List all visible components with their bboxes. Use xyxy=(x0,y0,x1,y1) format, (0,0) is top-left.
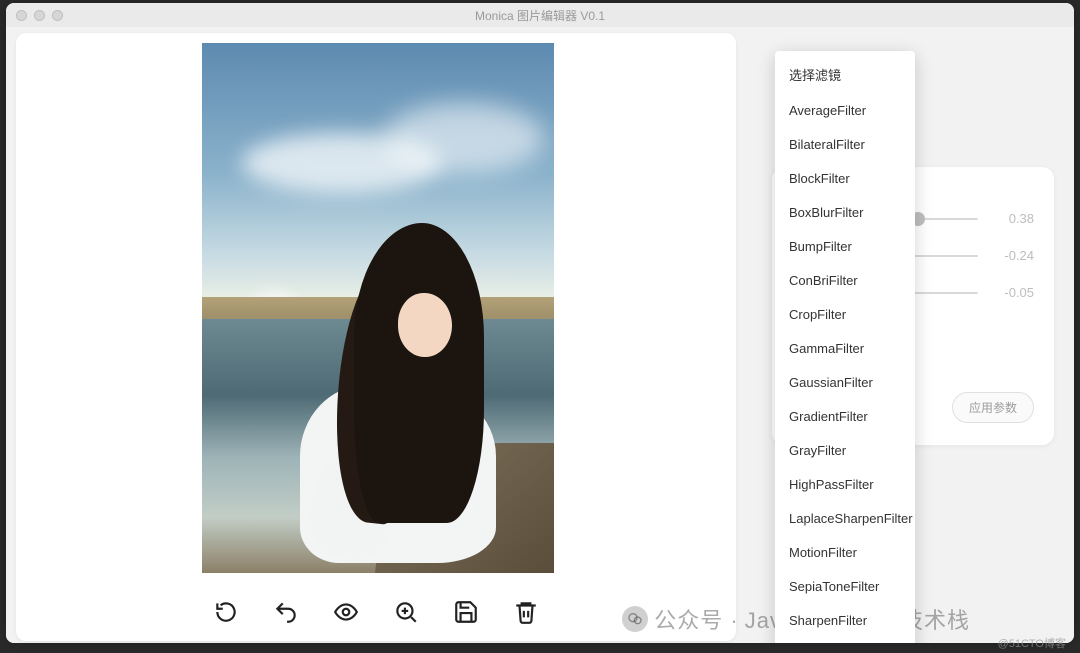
zoom-button[interactable] xyxy=(391,597,421,627)
slider-value: -0.24 xyxy=(988,248,1034,263)
save-button[interactable] xyxy=(451,597,481,627)
filter-option[interactable]: GrayFilter xyxy=(775,433,915,467)
slider-value: 0.38 xyxy=(988,211,1034,226)
eye-icon xyxy=(333,599,359,625)
rotate-icon xyxy=(213,599,239,625)
filter-option[interactable]: MotionFilter xyxy=(775,535,915,569)
filter-option[interactable]: SharpenFilter xyxy=(775,603,915,637)
filter-option[interactable]: BoxBlurFilter xyxy=(775,195,915,229)
filter-option[interactable]: AverageFilter xyxy=(775,93,915,127)
image-toolbar xyxy=(211,597,541,627)
image-preview xyxy=(202,43,554,573)
rotate-button[interactable] xyxy=(211,597,241,627)
trash-icon xyxy=(513,599,539,625)
filter-dropdown-header: 选择滤镜 xyxy=(775,55,915,93)
apply-params-button[interactable]: 应用参数 xyxy=(952,392,1034,423)
titlebar: Monica 图片编辑器 V0.1 xyxy=(6,3,1074,27)
undo-button[interactable] xyxy=(271,597,301,627)
filter-option[interactable]: GammaFilter xyxy=(775,331,915,365)
undo-icon xyxy=(273,599,299,625)
content-area: 饱0.38色-0.24亮-0.05 应用参数 选择滤镜 AverageFilte… xyxy=(6,27,1074,643)
filter-option[interactable]: GradientFilter xyxy=(775,399,915,433)
filter-option[interactable]: HighPassFilter xyxy=(775,467,915,501)
filter-option[interactable]: SpotlightFilter xyxy=(775,637,915,643)
filter-option[interactable]: BumpFilter xyxy=(775,229,915,263)
filter-option[interactable]: BilateralFilter xyxy=(775,127,915,161)
filter-option[interactable]: CropFilter xyxy=(775,297,915,331)
zoom-in-icon xyxy=(393,599,419,625)
filter-option[interactable]: LaplaceSharpenFilter xyxy=(775,501,915,535)
preview-button[interactable] xyxy=(331,597,361,627)
filter-option[interactable]: SepiaToneFilter xyxy=(775,569,915,603)
filter-dropdown[interactable]: 选择滤镜 AverageFilterBilateralFilterBlockFi… xyxy=(775,51,915,643)
filter-option[interactable]: GaussianFilter xyxy=(775,365,915,399)
delete-button[interactable] xyxy=(511,597,541,627)
corner-watermark: @51CTO博客 xyxy=(998,635,1066,651)
filter-option[interactable]: ConBriFilter xyxy=(775,263,915,297)
app-window: Monica 图片编辑器 V0.1 xyxy=(6,3,1074,643)
save-icon xyxy=(453,599,479,625)
slider-value: -0.05 xyxy=(988,285,1034,300)
canvas-card xyxy=(16,33,736,641)
filter-option[interactable]: BlockFilter xyxy=(775,161,915,195)
window-title: Monica 图片编辑器 V0.1 xyxy=(6,7,1074,24)
